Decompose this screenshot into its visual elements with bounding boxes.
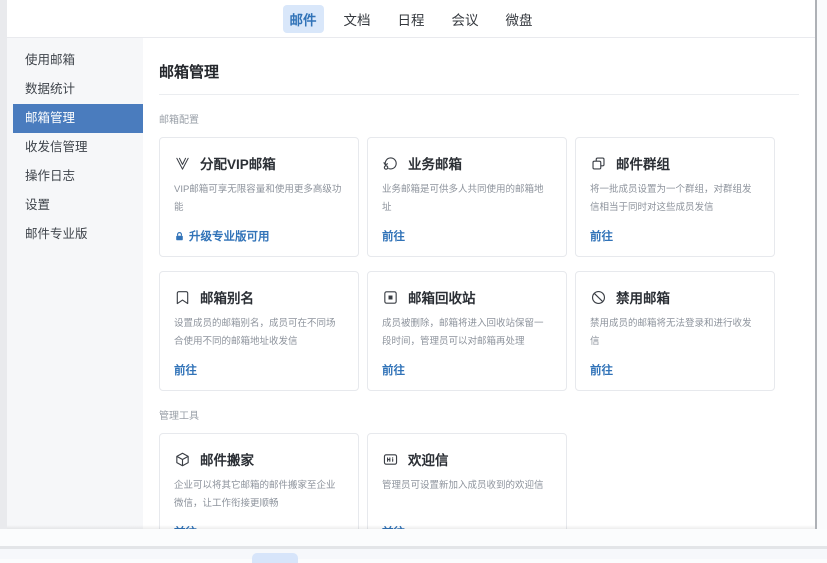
card-action-link[interactable]: 升级专业版可用 — [174, 228, 270, 244]
sidebar-item[interactable]: 邮箱管理 — [13, 104, 143, 133]
sidebar-item[interactable]: 使用邮箱 — [7, 46, 143, 75]
mail-group-icon — [590, 155, 607, 172]
sidebar-item[interactable]: 操作日志 — [7, 162, 143, 191]
top-nav: 邮件文档日程会议微盘 — [7, 0, 815, 38]
card-action-link[interactable]: 前往 — [382, 228, 405, 244]
feature-card: 欢迎信管理员可设置新加入成员收到的欢迎信前往 — [367, 433, 567, 529]
feature-card: 业务邮箱业务邮箱是可供多人共同使用的邮箱地址前往 — [367, 137, 567, 257]
card-title: 分配VIP邮箱 — [200, 153, 276, 173]
feature-card: 分配VIP邮箱 VIP邮箱可享无限容量和使用更多高级功能升级专业版可用 — [159, 137, 359, 257]
card-desc: 成员被删除，邮箱将进入回收站保留一段时间，管理员可以对邮箱再处理 — [382, 315, 552, 351]
card-title: 邮箱回收站 — [408, 287, 476, 307]
app-window: 邮件文档日程会议微盘 使用邮箱数据统计邮箱管理收发信管理操作日志设置邮件专业版 … — [7, 0, 815, 529]
card-header: 邮件群组 — [590, 153, 760, 173]
card-desc: 禁用成员的邮箱将无法登录和进行收发信 — [590, 315, 760, 351]
feature-card: 邮件搬家企业可以将其它邮箱的邮件搬家至企业微信，让工作衔接更顺畅前往 — [159, 433, 359, 529]
card-action-link[interactable]: 前往 — [590, 362, 613, 378]
top-nav-tabs: 邮件文档日程会议微盘 — [283, 5, 540, 33]
nav-tab[interactable]: 邮件 — [283, 5, 324, 33]
main-content: 邮箱管理 邮箱配置分配VIP邮箱 VIP邮箱可享无限容量和使用更多高级功能升级专业… — [143, 38, 815, 529]
card-desc: VIP邮箱可享无限容量和使用更多高级功能 — [174, 181, 344, 217]
card-action-link[interactable]: 前往 — [590, 228, 613, 244]
card-action-label: 升级专业版可用 — [189, 228, 270, 244]
card-title: 业务邮箱 — [408, 153, 462, 173]
nav-tab[interactable]: 文档 — [337, 5, 378, 33]
card-grid: 分配VIP邮箱VIP邮箱可享无限容量和使用更多高级功能升级专业版可用业务邮箱业务… — [159, 137, 799, 391]
card-header: 禁用邮箱 — [590, 287, 760, 307]
disable-icon — [590, 289, 607, 306]
card-header: 邮件搬家 — [174, 449, 344, 469]
card-header: 邮箱回收站 — [382, 287, 552, 307]
card-title: 邮件群组 — [616, 153, 670, 173]
card-desc: 业务邮箱是可供多人共同使用的邮箱地址 — [382, 181, 552, 217]
card-title: 欢迎信 — [408, 449, 449, 469]
window-body: 使用邮箱数据统计邮箱管理收发信管理操作日志设置邮件专业版 邮箱管理 邮箱配置分配… — [7, 38, 815, 529]
card-action-link[interactable]: 前往 — [174, 362, 197, 378]
nav-tab[interactable]: 微盘 — [499, 5, 540, 33]
page-left-gutter — [0, 0, 7, 529]
sidebar: 使用邮箱数据统计邮箱管理收发信管理操作日志设置邮件专业版 — [7, 38, 143, 529]
feature-card: 邮箱回收站成员被删除，邮箱将进入回收站保留一段时间，管理员可以对邮箱再处理前往 — [367, 271, 567, 391]
feature-card: 邮件群组将一批成员设置为一个群组，对群组发信相当于同时对这些成员发信前往 — [575, 137, 775, 257]
shared-mailbox-icon — [382, 155, 399, 172]
nav-tab[interactable]: 会议 — [445, 5, 486, 33]
card-action-link[interactable]: 前往 — [382, 362, 405, 378]
card-title: 邮箱别名 — [200, 287, 254, 307]
recycle-icon — [382, 289, 399, 306]
sidebar-item[interactable]: 收发信管理 — [7, 133, 143, 162]
page-title: 邮箱管理 — [159, 48, 799, 95]
lock-icon — [174, 231, 185, 242]
window-bottom-band — [0, 529, 827, 546]
card-title: 禁用邮箱 — [616, 287, 670, 307]
card-desc: 企业可以将其它邮箱的邮件搬家至企业微信，让工作衔接更顺畅 — [174, 477, 344, 513]
feature-card: 邮箱别名设置成员的邮箱别名，成员可在不同场合使用不同的邮箱地址收发信前往 — [159, 271, 359, 391]
card-header: 业务邮箱 — [382, 153, 552, 173]
sidebar-item[interactable]: 数据统计 — [7, 75, 143, 104]
card-desc: 管理员可设置新加入成员收到的欢迎信 — [382, 477, 552, 495]
section-label: 管理工具 — [159, 411, 799, 423]
welcome-icon — [382, 451, 399, 468]
card-header: 分配VIP邮箱 — [174, 153, 344, 173]
card-grid: 邮件搬家企业可以将其它邮箱的邮件搬家至企业微信，让工作衔接更顺畅前往欢迎信管理员… — [159, 433, 799, 529]
card-desc: 设置成员的邮箱别名，成员可在不同场合使用不同的邮箱地址收发信 — [174, 315, 344, 351]
sidebar-item[interactable]: 设置 — [7, 191, 143, 220]
feature-card: 禁用邮箱禁用成员的邮箱将无法登录和进行收发信前往 — [575, 271, 775, 391]
sidebar-item[interactable]: 邮件专业版 — [7, 220, 143, 249]
card-title: 邮件搬家 — [200, 449, 254, 469]
section-label: 邮箱配置 — [159, 115, 799, 127]
page-right-gutter — [817, 0, 827, 546]
sections: 邮箱配置分配VIP邮箱 VIP邮箱可享无限容量和使用更多高级功能升级专业版可用 业务… — [159, 115, 799, 529]
background-page-button[interactable] — [252, 553, 298, 563]
card-header: 邮箱别名 — [174, 287, 344, 307]
nav-tab[interactable]: 日程 — [391, 5, 432, 33]
alias-icon — [174, 289, 191, 306]
card-desc: 将一批成员设置为一个群组，对群组发信相当于同时对这些成员发信 — [590, 181, 760, 217]
vip-icon — [174, 155, 191, 172]
mail-move-icon — [174, 451, 191, 468]
page-background-below — [0, 549, 827, 559]
card-header: 欢迎信 — [382, 449, 552, 469]
